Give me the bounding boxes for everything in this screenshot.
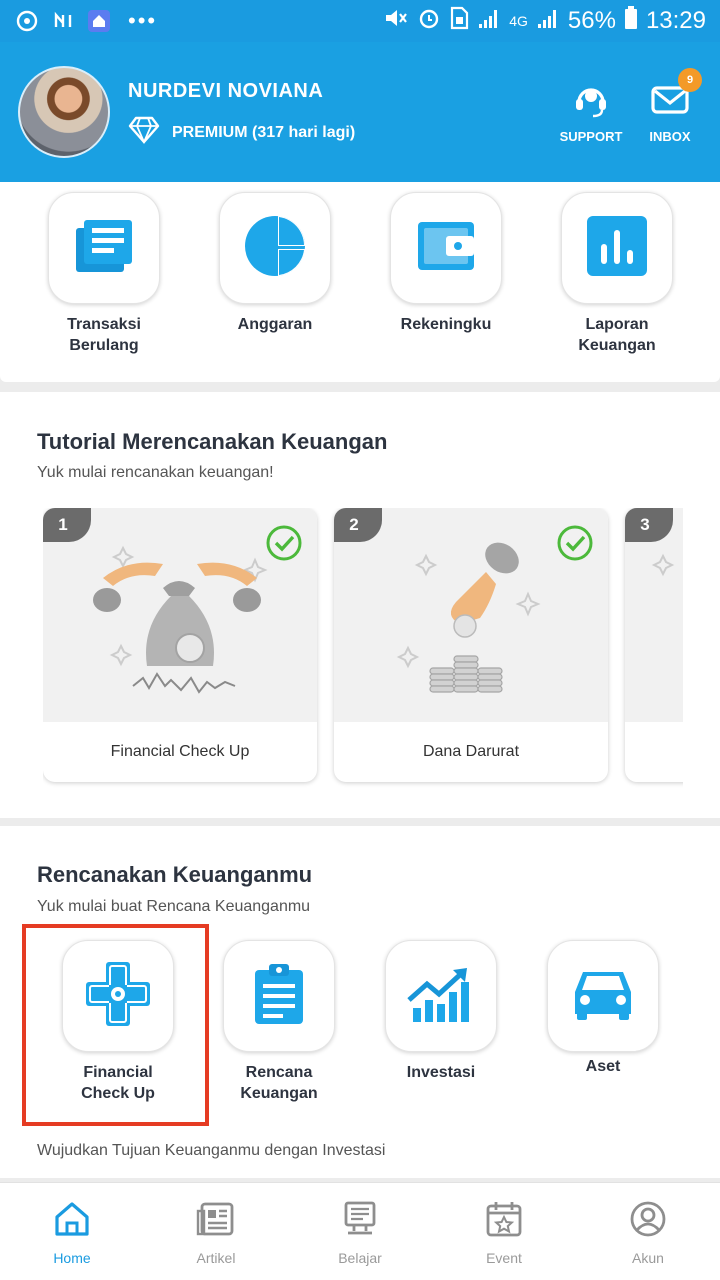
check-circle-icon xyxy=(265,524,303,567)
nfc-icon xyxy=(50,8,76,34)
home-icon xyxy=(52,1199,92,1242)
clock: 13:29 xyxy=(645,7,706,34)
plan-title: Rencanakan Keuanganmu xyxy=(37,862,313,887)
battery-percent: 56% xyxy=(567,7,616,34)
bar-chart-icon xyxy=(585,214,649,283)
status-bar: ••• 4G 56% 13:29 xyxy=(0,0,720,42)
plan-subtitle: Yuk mulai buat Rencana Keuanganmu xyxy=(37,898,311,915)
battery-icon xyxy=(624,5,638,37)
inbox-count-badge: 9 xyxy=(678,68,702,92)
calendar-icon xyxy=(484,1199,524,1242)
tutorial-card-3[interactable]: 3 xyxy=(625,508,683,782)
nav-artikel[interactable]: Artikel xyxy=(144,1183,288,1280)
bottom-navigation: Home Artikel Belajar Event Akun xyxy=(0,1182,720,1280)
tutorial-card-label: Dana Darurat xyxy=(422,743,520,760)
quick-item-laporan-keuangan[interactable]: Laporan Keuangan xyxy=(561,192,673,356)
wallet-icon xyxy=(414,214,478,283)
quick-item-label: Rekeningku xyxy=(400,316,492,333)
plan-item-rencana-keuangan[interactable]: Rencana Keuangan xyxy=(223,940,335,1104)
user-name: NURDEVI NOVIANA xyxy=(128,80,324,102)
nav-label: Akun xyxy=(632,1250,664,1266)
nav-akun[interactable]: Akun xyxy=(576,1183,720,1280)
signal-icon-2 xyxy=(536,6,560,37)
plan-item-label: Investasi xyxy=(406,1064,476,1081)
headset-icon xyxy=(571,80,611,123)
quick-item-transaksi-berulang[interactable]: Transaksi Berulang xyxy=(48,192,160,356)
quick-item-anggaran[interactable]: Anggaran xyxy=(219,192,331,335)
article-icon xyxy=(196,1199,236,1242)
tutorial-card-label xyxy=(625,722,683,782)
membership-label: PREMIUM (317 hari lagi) xyxy=(172,123,356,141)
check-circle-icon xyxy=(556,524,594,567)
clipboard-icon xyxy=(247,962,311,1031)
home-launcher-icon xyxy=(86,8,112,34)
tutorial-carousel[interactable]: 1 Financial Check Up 2 Dana Darurat 3 xyxy=(43,508,683,788)
plan-section: Rencanakan Keuanganmu Yuk mulai buat Ren… xyxy=(0,826,720,1178)
plan-item-aset[interactable]: Aset xyxy=(547,940,659,1077)
avatar[interactable] xyxy=(18,66,110,158)
nav-label: Home xyxy=(53,1250,91,1266)
inbox-label: INBOX xyxy=(649,129,691,144)
inbox-button[interactable]: 9 INBOX xyxy=(630,68,710,144)
nav-label: Event xyxy=(486,1250,522,1266)
medical-cross-icon xyxy=(84,960,152,1033)
growth-chart-icon xyxy=(407,964,475,1029)
tutorial-card-dana-darurat[interactable]: 2 Dana Darurat xyxy=(334,508,608,782)
more-notifications-icon: ••• xyxy=(128,8,158,33)
tutorial-subtitle: Yuk mulai rencanakan keuangan! xyxy=(37,464,274,481)
plan-footer-text: Wujudkan Tujuan Keuanganmu dengan Invest… xyxy=(37,1142,386,1159)
profile-header: NURDEVI NOVIANA PREMIUM (317 hari lagi) … xyxy=(0,42,720,182)
car-icon xyxy=(571,966,635,1027)
nav-event[interactable]: Event xyxy=(432,1183,576,1280)
tutorial-title: Tutorial Merencanakan Keuangan xyxy=(37,429,388,454)
tutorial-section: Tutorial Merencanakan Keuangan Yuk mulai… xyxy=(0,392,720,818)
quick-item-rekeningku[interactable]: Rekeningku xyxy=(390,192,502,335)
learn-icon xyxy=(340,1199,380,1242)
pie-chart-icon xyxy=(243,214,307,283)
signal-icon xyxy=(477,6,501,37)
account-icon xyxy=(628,1199,668,1242)
plan-item-label: Rencana Keuangan xyxy=(240,1064,318,1102)
plan-item-label: Aset xyxy=(585,1058,621,1075)
nav-label: Belajar xyxy=(338,1250,382,1266)
tutorial-card-financial-check-up[interactable]: 1 Financial Check Up xyxy=(43,508,317,782)
support-button[interactable]: SUPPORT xyxy=(551,80,631,144)
mute-icon xyxy=(383,6,409,37)
nav-label: Artikel xyxy=(196,1250,236,1266)
alarm-icon xyxy=(417,6,441,37)
quick-item-label: Laporan Keuangan xyxy=(578,316,656,354)
network-type: 4G xyxy=(509,13,528,29)
sync-icon xyxy=(14,8,40,34)
nav-belajar[interactable]: Belajar xyxy=(288,1183,432,1280)
list-icon xyxy=(72,214,136,283)
support-label: SUPPORT xyxy=(559,129,623,144)
plan-item-investasi[interactable]: Investasi xyxy=(385,940,497,1083)
tutorial-card-label: Financial Check Up xyxy=(110,743,250,760)
plan-item-label: Financial Check Up xyxy=(81,1064,155,1102)
quick-item-label: Transaksi Berulang xyxy=(67,316,141,354)
quick-item-label: Anggaran xyxy=(237,316,313,333)
sim-icon xyxy=(449,6,469,37)
quick-menu: Transaksi Berulang Anggaran Rekeningku L… xyxy=(0,182,720,382)
plan-item-financial-check-up[interactable]: Financial Check Up xyxy=(62,940,174,1104)
diamond-icon xyxy=(128,116,160,149)
membership-status[interactable]: PREMIUM (317 hari lagi) xyxy=(128,116,355,149)
nav-home[interactable]: Home xyxy=(0,1183,144,1280)
